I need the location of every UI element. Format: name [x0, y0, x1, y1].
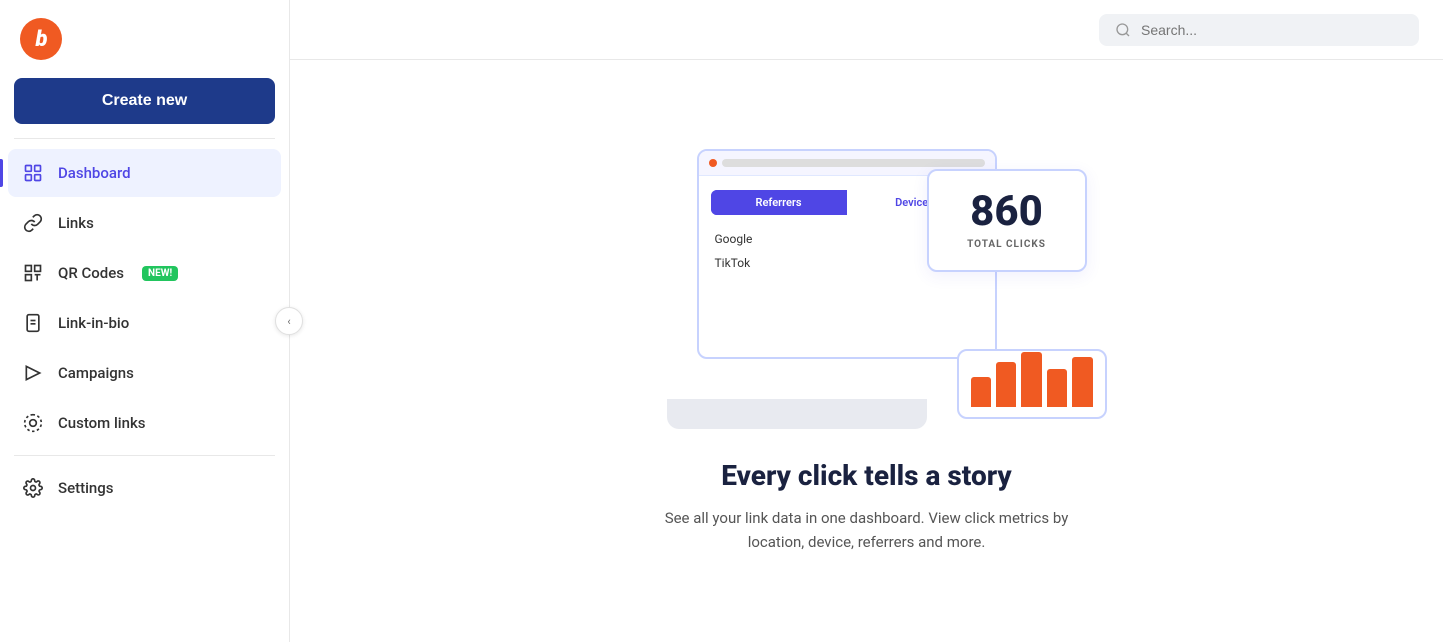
device-base [667, 399, 927, 429]
search-icon [1115, 22, 1131, 38]
sidebar-item-label: Dashboard [58, 164, 131, 182]
total-clicks-number: 860 [945, 191, 1069, 233]
sidebar-item-qr-codes[interactable]: QR Codes NEW! [8, 249, 281, 297]
main-area: ✦ Referrers Devices Google 600 [290, 0, 1443, 642]
bar-4 [1047, 369, 1067, 407]
hero-illustration: ✦ Referrers Devices Google 600 [617, 149, 1117, 429]
sidebar-collapse-button[interactable]: ‹ [275, 307, 303, 335]
search-input[interactable] [1141, 22, 1403, 38]
sidebar-item-campaigns[interactable]: Campaigns [8, 349, 281, 397]
sidebar-item-label: Link-in-bio [58, 314, 129, 332]
sidebar-item-label: Custom links [58, 414, 146, 432]
sidebar-nav: Dashboard Links QR Codes [0, 149, 289, 447]
qr-codes-icon [22, 262, 44, 284]
new-badge: NEW! [142, 266, 178, 281]
referrers-tab[interactable]: Referrers [711, 190, 847, 215]
campaigns-icon [22, 362, 44, 384]
bottom-divider [14, 455, 275, 456]
sidebar-item-dashboard[interactable]: Dashboard [8, 149, 281, 197]
browser-url-bar [722, 159, 985, 167]
create-new-button[interactable]: Create new [14, 78, 275, 124]
bar-5 [1072, 357, 1092, 407]
browser-dot [709, 159, 717, 167]
hero-title: Every click tells a story [721, 459, 1011, 492]
nav-divider [14, 138, 275, 139]
referrer-label: TikTok [715, 256, 751, 270]
total-clicks-label: TOTAL CLICKS [945, 239, 1069, 250]
logo-area: b [0, 0, 289, 78]
bar-2 [996, 362, 1016, 407]
app-logo: b [20, 18, 62, 60]
sidebar-item-label: Settings [58, 479, 114, 497]
sidebar-item-label: Campaigns [58, 364, 134, 382]
sidebar-item-label: QR Codes [58, 264, 124, 282]
sidebar: b Create new Dashboard [0, 0, 290, 642]
header [290, 0, 1443, 60]
custom-links-icon [22, 412, 44, 434]
sidebar-item-label: Links [58, 214, 94, 232]
search-bar[interactable] [1099, 14, 1419, 46]
settings-icon [22, 477, 44, 499]
total-clicks-card: 860 TOTAL CLICKS [927, 169, 1087, 272]
link-in-bio-icon [22, 312, 44, 334]
sidebar-item-settings[interactable]: Settings [8, 464, 281, 512]
links-icon [22, 212, 44, 234]
sidebar-item-custom-links[interactable]: Custom links [8, 399, 281, 447]
bar-chart-card [957, 349, 1107, 419]
bar-1 [971, 377, 991, 407]
main-content: ✦ Referrers Devices Google 600 [290, 60, 1443, 642]
dashboard-icon [22, 162, 44, 184]
hero-subtitle: See all your link data in one dashboard.… [637, 506, 1097, 554]
referrer-label: Google [715, 232, 753, 246]
bar-3 [1021, 352, 1041, 407]
sidebar-item-links[interactable]: Links [8, 199, 281, 247]
sidebar-item-link-in-bio[interactable]: Link-in-bio [8, 299, 281, 347]
